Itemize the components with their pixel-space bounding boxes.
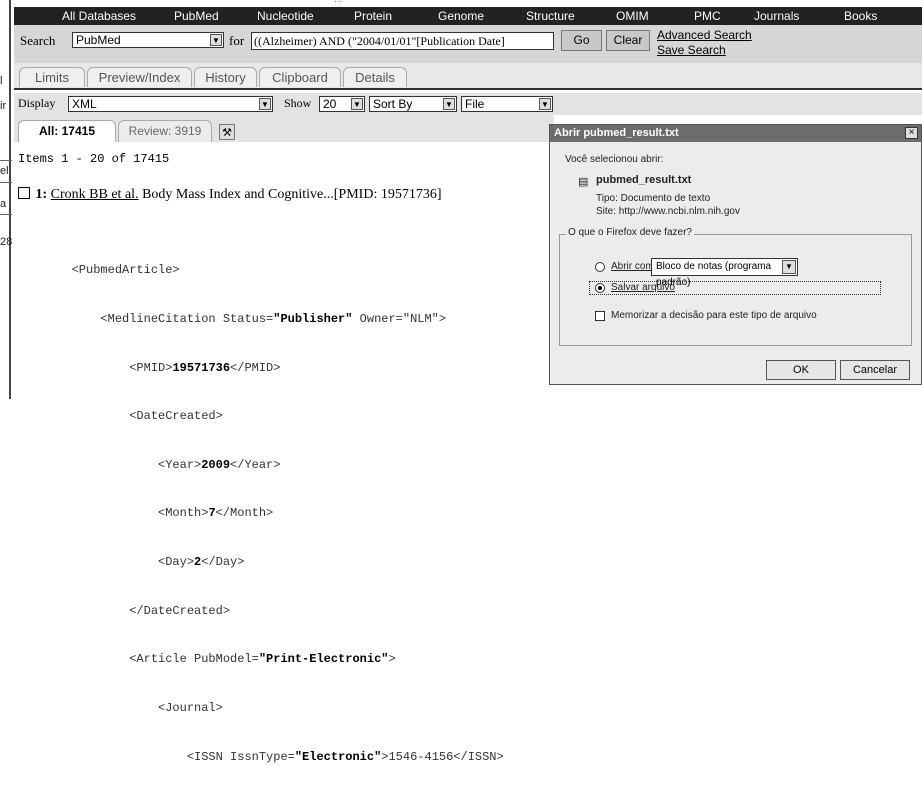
sort-select[interactable]: Sort By ▼ — [369, 96, 457, 112]
database-select[interactable]: PubMed ▼ — [72, 32, 224, 48]
tab-history[interactable]: History — [194, 67, 257, 87]
nav-pubmed[interactable]: PubMed — [174, 7, 219, 25]
file-type: Tipo: Documento de texto — [596, 193, 711, 204]
nav-journals[interactable]: Journals — [754, 7, 799, 25]
save-file-label: Salvar arquivo — [611, 282, 675, 293]
tab-clipboard[interactable]: Clipboard — [259, 67, 341, 87]
chevron-down-icon: ▼ — [351, 98, 363, 110]
file-site: Site: http://www.ncbi.nlm.nih.gov — [596, 206, 740, 217]
chevron-down-icon: ▼ — [259, 98, 271, 110]
chevron-down-icon: ▼ — [443, 98, 455, 110]
show-label: Show — [284, 96, 312, 110]
nav-structure[interactable]: Structure — [526, 7, 575, 25]
display-settings-bar: Display XML ▼ Show 20 ▼ Sort By ▼ File ▼ — [14, 93, 922, 115]
save-search-link[interactable]: Save Search — [657, 43, 726, 57]
xml-line: <ISSN IssnType="Electronic">1546-4156</I… — [14, 749, 504, 764]
result-checkbox[interactable] — [18, 187, 30, 199]
result-number: 1: — [35, 187, 48, 202]
show-count-value: 20 — [323, 97, 337, 111]
advanced-search-link[interactable]: Advanced Search — [657, 28, 752, 42]
dialog-intro: Você selecionou abrir: — [565, 154, 664, 165]
database-navbar: All Databases PubMed Nucleotide Protein … — [14, 7, 922, 25]
divider — [0, 160, 12, 161]
tab-limits[interactable]: Limits — [19, 67, 85, 87]
result-filter-tabs: All: 17415 Review: 3919 ⚒ — [14, 115, 554, 142]
database-select-value: PubMed — [76, 33, 121, 47]
window-border — [9, 0, 11, 399]
dialog-title: Abrir pubmed_result.txt — [550, 125, 921, 142]
xml-content: <PubmedArticle> <MedlineCitation Status=… — [14, 230, 504, 797]
application-select[interactable]: Bloco de notas (programa padrão) ▼ — [651, 258, 798, 288]
chevron-down-icon: ▼ — [782, 260, 796, 274]
chevron-down-icon: ▼ — [539, 98, 551, 110]
tools-icon[interactable]: ⚒ — [219, 124, 235, 140]
close-icon[interactable]: × — [905, 127, 918, 139]
divider — [0, 214, 12, 215]
result-item: 1: Cronk BB et al. Body Mass Index and C… — [18, 187, 442, 203]
background-window-edge: l ir el a 28 — [0, 0, 12, 399]
xml-line: <Year>2009</Year> — [14, 457, 281, 472]
clipped-text: l — [0, 75, 3, 87]
items-count: Items 1 - 20 of 17415 — [18, 152, 170, 166]
feature-tabs: Limits Preview/Index History Clipboard D… — [14, 63, 922, 88]
clipped-top-text: ... — [334, 0, 342, 5]
tabs-divider — [14, 88, 922, 90]
remember-checkbox[interactable] — [595, 311, 605, 321]
nav-omim[interactable]: OMIM — [616, 7, 649, 25]
tab-preview-index[interactable]: Preview/Index — [87, 67, 192, 87]
display-label: Display — [18, 96, 56, 110]
open-file-dialog: Abrir pubmed_result.txt × Você seleciono… — [549, 124, 922, 385]
show-count-select[interactable]: 20 ▼ — [319, 96, 365, 112]
sort-select-value: Sort By — [373, 97, 413, 111]
open-with-label: Abrir com: — [611, 261, 657, 272]
nav-nucleotide[interactable]: Nucleotide — [257, 7, 314, 25]
divider — [0, 182, 12, 183]
nav-all-databases[interactable]: All Databases — [62, 7, 136, 25]
save-file-radio[interactable] — [595, 283, 605, 293]
xml-line: <MedlineCitation Status="Publisher" Owne… — [14, 312, 447, 327]
search-bar: Search PubMed ▼ for ((Alzheimer) AND ("2… — [14, 25, 922, 63]
clipped-text: a — [0, 198, 7, 210]
search-input[interactable]: ((Alzheimer) AND ("2004/01/01"[Publicati… — [251, 32, 554, 50]
result-title: Body Mass Index and Cognitive...[PMID: 1… — [138, 187, 442, 202]
clipped-text: el — [0, 165, 9, 177]
tab-review-results[interactable]: Review: 3919 — [118, 120, 212, 142]
send-to-select[interactable]: File ▼ — [461, 96, 553, 112]
format-select-value: XML — [72, 97, 97, 111]
format-select[interactable]: XML ▼ — [68, 96, 273, 112]
tab-details[interactable]: Details — [343, 67, 407, 87]
xml-line: </DateCreated> — [14, 603, 231, 618]
tab-all-results[interactable]: All: 17415 — [18, 120, 116, 142]
action-group-label: O que o Firefox deve fazer? — [566, 227, 694, 238]
result-authors-link[interactable]: Cronk BB et al. — [51, 187, 139, 202]
nav-books[interactable]: Books — [844, 7, 877, 25]
xml-line: <Day>2</Day> — [14, 555, 245, 570]
cancel-button[interactable]: Cancelar — [840, 360, 910, 380]
xml-line: <PMID>19571736</PMID> — [14, 360, 281, 375]
nav-pmc[interactable]: PMC — [694, 7, 721, 25]
for-label: for — [229, 33, 245, 48]
nav-genome[interactable]: Genome — [438, 7, 484, 25]
xml-line: <Article PubModel="Print-Electronic"> — [14, 652, 396, 667]
chevron-down-icon: ▼ — [210, 34, 222, 46]
remember-label: Memorizar a decisão para este tipo de ar… — [611, 310, 817, 321]
open-with-radio[interactable] — [595, 262, 605, 272]
xml-line: <Journal> — [14, 700, 223, 715]
clipped-text: 28 — [0, 236, 13, 248]
file-icon: ▤ — [578, 176, 589, 188]
go-button[interactable]: Go — [561, 30, 602, 51]
clear-button[interactable]: Clear — [606, 30, 650, 51]
clipped-text: ir — [0, 100, 7, 112]
xml-line: <DateCreated> — [14, 409, 223, 424]
search-label: Search — [20, 33, 56, 48]
ok-button[interactable]: OK — [766, 360, 836, 380]
xml-line: <Month>7</Month> — [14, 506, 274, 521]
xml-line: <PubmedArticle> — [14, 263, 180, 278]
send-to-value: File — [465, 97, 485, 111]
dialog-filename: pubmed_result.txt — [596, 174, 692, 186]
nav-protein[interactable]: Protein — [354, 7, 392, 25]
